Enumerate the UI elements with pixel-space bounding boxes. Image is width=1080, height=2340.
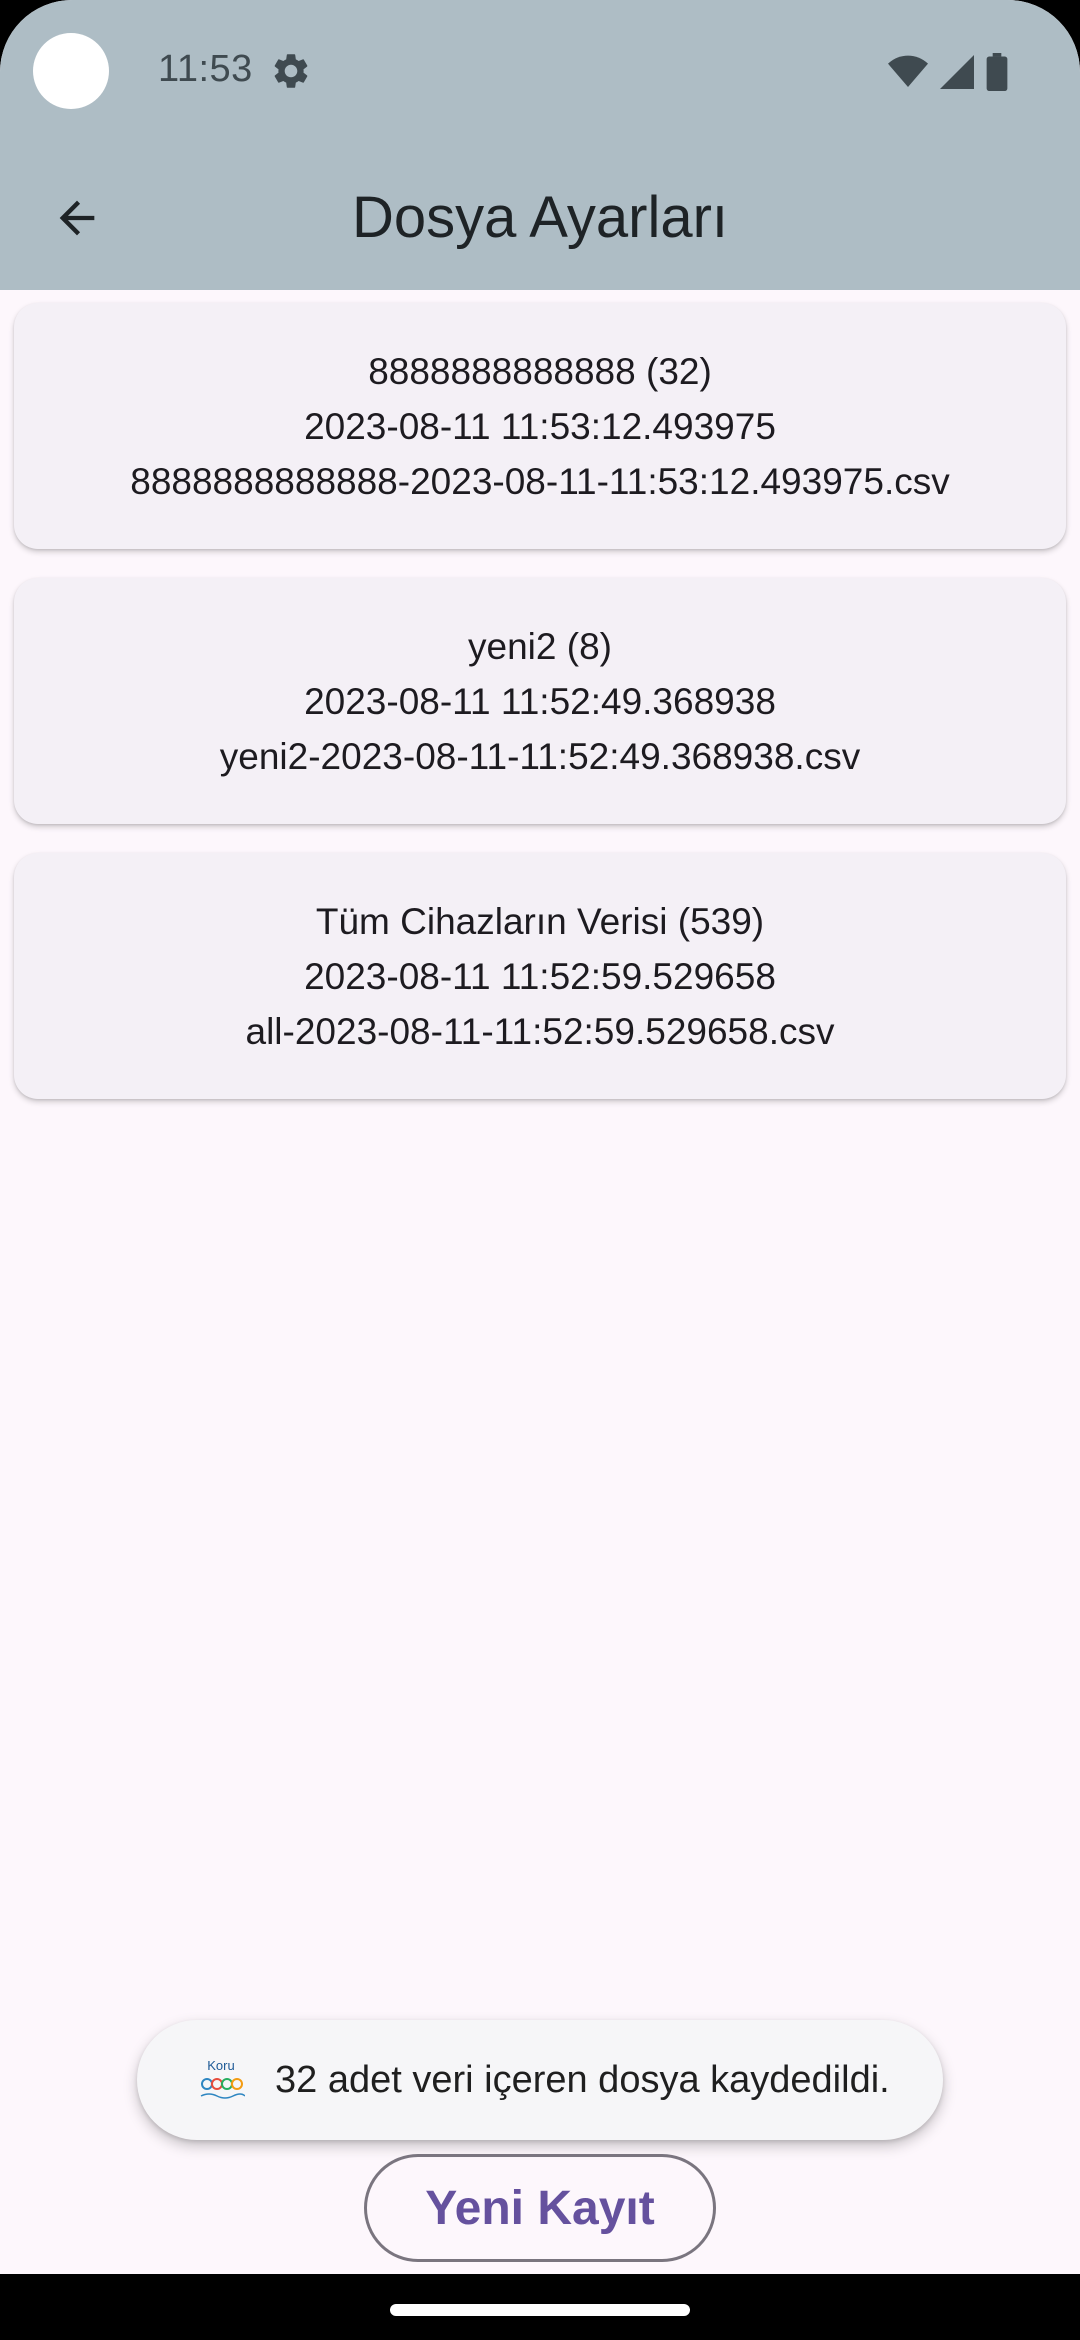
koru-logo-icon: Koru xyxy=(200,2058,246,2099)
home-indicator[interactable] xyxy=(390,2304,690,2316)
settings-gear-icon xyxy=(274,54,308,88)
file-name: Tüm Cihazların Verisi (539) xyxy=(315,900,765,942)
file-timestamp: 2023-08-11 11:53:12.493975 xyxy=(304,405,776,447)
page-title: Dosya Ayarları xyxy=(351,185,729,250)
new-record-button[interactable]: Yeni Kayıt xyxy=(364,2154,716,2262)
file-filename: all-2023-08-11-11:52:59.529658.csv xyxy=(245,1010,835,1052)
cellular-signal-icon xyxy=(940,55,974,89)
toast-message: 32 adet veri içeren dosya kaydedildi. xyxy=(275,2059,890,2101)
battery-icon xyxy=(986,53,1008,91)
file-list: 8888888888888 (32) 2023-08-11 11:53:12.4… xyxy=(14,303,1066,1128)
svg-text:Koru: Koru xyxy=(207,2058,234,2073)
file-filename: 8888888888888-2023-08-11-11:53:12.493975… xyxy=(130,460,950,502)
top-bar-background: 11:53 Dosya Ayarları xyxy=(0,0,1080,290)
phone-screen: 11:53 Dosya Ayarları 8888888888888 (32) … xyxy=(0,0,1080,2340)
file-timestamp: 2023-08-11 11:52:49.368938 xyxy=(304,680,776,722)
file-name: 8888888888888 (32) xyxy=(368,350,712,392)
status-icons xyxy=(888,52,1008,92)
app-logo-icon: Koru xyxy=(197,2056,246,2104)
status-time: 11:53 xyxy=(158,48,253,90)
file-card[interactable]: Tüm Cihazların Verisi (539) 2023-08-11 1… xyxy=(14,853,1066,1099)
file-name: yeni2 (8) xyxy=(468,625,612,667)
toast-notification: Koru 32 adet veri içeren dosya kaydedild… xyxy=(137,2020,943,2140)
app-bar: Dosya Ayarları xyxy=(0,150,1080,280)
file-card[interactable]: yeni2 (8) 2023-08-11 11:52:49.368938 yen… xyxy=(14,578,1066,824)
status-bar: 11:53 xyxy=(0,0,1080,140)
wifi-icon xyxy=(888,55,928,87)
file-filename: yeni2-2023-08-11-11:52:49.368938.csv xyxy=(219,735,861,777)
camera-cutout xyxy=(33,33,109,109)
file-timestamp: 2023-08-11 11:52:59.529658 xyxy=(304,955,776,997)
file-card[interactable]: 8888888888888 (32) 2023-08-11 11:53:12.4… xyxy=(14,303,1066,549)
navigation-bar xyxy=(0,2274,1080,2340)
